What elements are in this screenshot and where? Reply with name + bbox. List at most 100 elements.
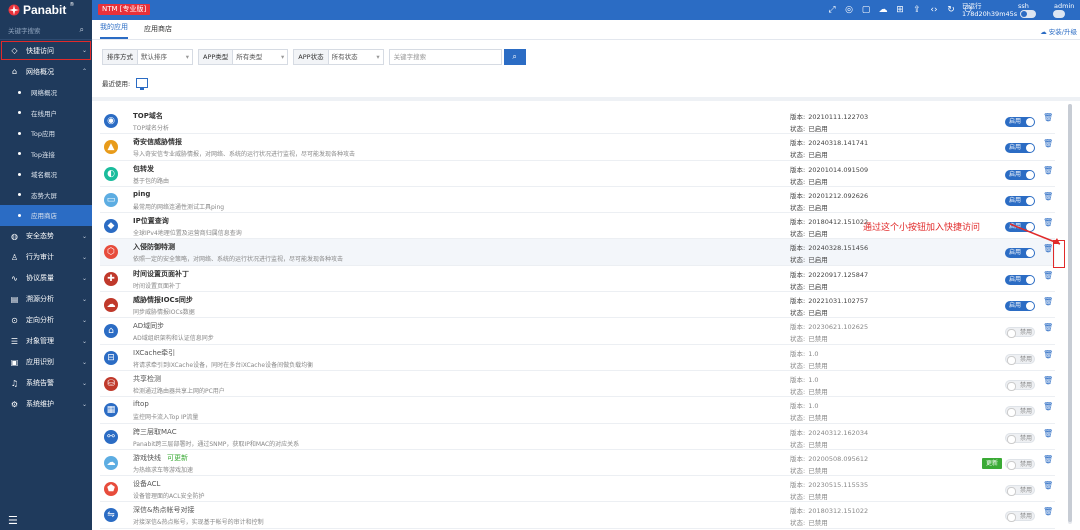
- bullet: [18, 172, 21, 176]
- search-icon[interactable]: ⌕: [80, 25, 84, 35]
- disable-toggle[interactable]: 禁用: [1005, 511, 1035, 523]
- enable-toggle[interactable]: 启用: [1005, 195, 1035, 206]
- status-value: 已启用: [808, 177, 828, 186]
- trash-icon[interactable]: 🗑: [1043, 192, 1053, 201]
- app-row[interactable]: ▲ 奇安信威胁情报 导入奇安信专业威胁情报，对网络、系统的运行状况进行监视，尽可…: [100, 134, 1055, 161]
- chat-icon[interactable]: ▢: [860, 4, 872, 16]
- app-row[interactable]: ✚ 时间设置页面补丁 时间设置页面补丁 版本: 20220917.125847 状…: [100, 266, 1055, 293]
- enable-toggle[interactable]: 启用: [1005, 301, 1035, 312]
- refresh-icon[interactable]: ↻: [945, 4, 957, 16]
- app-name: 跨三层取MAC: [133, 427, 177, 437]
- cloud-icon[interactable]: ☁: [877, 4, 889, 16]
- version-label: 版本:: [790, 218, 806, 227]
- trash-icon[interactable]: 🗑: [1043, 481, 1053, 490]
- monitor-icon[interactable]: [136, 78, 149, 90]
- app-row[interactable]: ▭ ping 最常用的网络连通性测试工具ping 版本: 20201212.092…: [100, 187, 1055, 214]
- sidebar-item-label: 网络概况: [26, 67, 54, 76]
- app-row[interactable]: ⬡ 入侵防御特测 依照一定的安全策略，对网络、系统的运行状况进行监视，尽可能发现…: [100, 239, 1055, 266]
- trash-icon[interactable]: 🗑: [1043, 455, 1053, 464]
- theme-icon[interactable]: ◎: [843, 4, 855, 16]
- sidebar-item-maintenance[interactable]: ⚙ 系统维护 ⌄: [0, 394, 92, 415]
- sidebar-item-app-recognition[interactable]: ▣ 应用识别 ⌄: [0, 352, 92, 373]
- sidebar-item-trace[interactable]: ▤ 溯源分析 ⌄: [0, 289, 92, 310]
- app-row[interactable]: ◐ 包转发 基于包的路由 版本: 20201014.091509 状态: 已启用 启…: [100, 161, 1055, 187]
- panabit-logo-icon: [8, 4, 20, 16]
- sidebar-item-security[interactable]: ◍ 安全态势 ⌄: [0, 226, 92, 247]
- app-row[interactable]: ⇋ 深信&热点帐号对接 对接深信&热点帐号，实现基于帐号的审计和控制 版本: 20…: [100, 502, 1055, 529]
- sidebar-subitem-domain-overview[interactable]: 域名概况: [0, 164, 92, 185]
- app-row[interactable]: ⊟ IXCache牵引 将请求牵引到IXCache设备，同时在多台iXCache…: [100, 345, 1055, 371]
- sidebar-subitem-online-users[interactable]: 在线用户: [0, 103, 92, 124]
- enable-toggle[interactable]: 启用: [1005, 117, 1035, 127]
- app-version: 版本: 1.0: [790, 374, 819, 384]
- sidebar-subitem-top-connections[interactable]: Top连接: [0, 144, 92, 165]
- scrollbar[interactable]: [1068, 104, 1072, 524]
- ssh-toggle[interactable]: [1020, 10, 1036, 18]
- upload-icon[interactable]: ⇪: [911, 4, 923, 16]
- sidebar-subitem-top-apps[interactable]: Top应用: [0, 123, 92, 144]
- app-row[interactable]: ☁ 游戏快线 可更新 为热络求车等游戏加速 版本: 20200508.095612 …: [100, 450, 1055, 477]
- trash-icon[interactable]: 🗑: [1043, 507, 1053, 516]
- sort-select[interactable]: 默认排序: [137, 49, 193, 65]
- disable-toggle[interactable]: 禁用: [1005, 379, 1035, 391]
- app-row[interactable]: ⚯ 跨三层取MAC Panabit跨三层部署时，通过SNMP，获取IP和MAC的…: [100, 424, 1055, 450]
- disable-toggle[interactable]: 禁用: [1005, 485, 1035, 497]
- app-row[interactable]: ⛁ 共享检测 检测通过路由器共享上网的PC用户 版本: 1.0 状态: 已禁用 禁用…: [100, 371, 1055, 398]
- tab-app-store[interactable]: 应用商店: [144, 24, 172, 39]
- disable-toggle[interactable]: 禁用: [1005, 432, 1035, 444]
- sidebar-item-quick-access[interactable]: ◇ 快捷访问 ⌄: [0, 40, 92, 61]
- sidebar-item-quality[interactable]: ∿ 协议质量 ⌄: [0, 268, 92, 289]
- app-row[interactable]: ⬟ 设备ACL 设备管理面的ACL安全防护 版本: 20230515.115535…: [100, 476, 1055, 503]
- type-select[interactable]: 所有类型: [232, 49, 289, 65]
- trash-icon[interactable]: 🗑: [1043, 113, 1053, 122]
- status-select[interactable]: 所有状态: [327, 49, 384, 65]
- app-status: 状态: 已启用: [790, 307, 828, 317]
- trash-icon[interactable]: 🗑: [1043, 139, 1053, 148]
- trash-icon[interactable]: 🗑: [1043, 297, 1053, 306]
- trash-icon[interactable]: 🗑: [1043, 323, 1053, 332]
- trash-icon[interactable]: 🗑: [1043, 402, 1053, 411]
- fullscreen-icon[interactable]: ⤢: [826, 4, 838, 16]
- trash-icon[interactable]: 🗑: [1043, 271, 1053, 280]
- search-input[interactable]: 关键字搜索: [388, 49, 502, 65]
- sidebar-item-alerts[interactable]: ♫ 系统告警 ⌄: [0, 373, 92, 394]
- sidebar-subitem-network-overview[interactable]: 网络概况: [0, 82, 92, 103]
- enable-toggle[interactable]: 启用: [1005, 143, 1035, 154]
- app-row[interactable]: ▦ iftop 监控网卡流入Top IP流量 版本: 1.0 状态: 已禁用 禁用 …: [100, 397, 1055, 424]
- trash-icon[interactable]: 🗑: [1043, 429, 1053, 438]
- trash-icon[interactable]: 🗑: [1043, 350, 1053, 359]
- sidebar-search[interactable]: 关键字搜索 ⌕: [0, 20, 92, 40]
- app-row[interactable]: ☁ 威胁情报IOCs同步 同步威胁情报IOCs数据 版本: 20221031.10…: [100, 292, 1055, 319]
- version-label: 版本:: [790, 481, 806, 490]
- search-button[interactable]: ⌕: [503, 49, 526, 65]
- disable-toggle[interactable]: 禁用: [1005, 327, 1035, 339]
- admin-toggle[interactable]: [1053, 10, 1065, 18]
- disable-toggle[interactable]: 禁用: [1005, 406, 1035, 418]
- code-icon[interactable]: ‹›: [928, 4, 940, 16]
- sidebar-subitem-dashboard[interactable]: 态势大屏: [0, 185, 92, 206]
- sidebar-item-network[interactable]: ⌂ 网络概况 ⌃: [0, 61, 92, 82]
- trash-icon[interactable]: 🗑: [1043, 376, 1053, 385]
- tab-my-apps[interactable]: 我的应用: [100, 22, 128, 39]
- enable-toggle[interactable]: 启用: [1005, 169, 1035, 180]
- status-label: 状态:: [790, 440, 806, 449]
- disable-toggle[interactable]: 禁用: [1005, 353, 1035, 365]
- menu-collapse-icon[interactable]: ☰: [8, 514, 18, 527]
- app-row[interactable]: ◉ TOP域名 TOP域名分析 版本: 20210111.122703 状态: 已启…: [100, 108, 1055, 135]
- tree-icon[interactable]: ⊞: [894, 4, 906, 16]
- sidebar-item-objects[interactable]: ☰ 对象管理 ⌄: [0, 331, 92, 352]
- scrollbar-thumb[interactable]: [1068, 104, 1072, 522]
- app-row[interactable]: ⌂ AD域同步 AD域组织架构和认证信息同步 版本: 20230621.10262…: [100, 318, 1055, 345]
- update-button[interactable]: 更新: [982, 457, 1002, 469]
- sidebar-item-targeted[interactable]: ⊙ 定向分析 ⌄: [0, 310, 92, 331]
- app-name: 游戏快线 可更新: [133, 453, 188, 463]
- sidebar-item-audit[interactable]: ♙ 行为审计 ⌄: [0, 247, 92, 268]
- trash-icon[interactable]: 🗑: [1043, 166, 1053, 175]
- admin-label[interactable]: admin: [1054, 2, 1074, 10]
- logo[interactable]: Panabit ®: [0, 0, 92, 20]
- disable-toggle[interactable]: 禁用: [1005, 458, 1035, 470]
- sidebar-item-label: 安全态势: [26, 232, 54, 240]
- sidebar-subitem-app-store[interactable]: 应用商店: [0, 205, 92, 226]
- enable-toggle[interactable]: 启用: [1005, 274, 1035, 285]
- install-upgrade-button[interactable]: ☁ 安装/升级: [1040, 26, 1077, 36]
